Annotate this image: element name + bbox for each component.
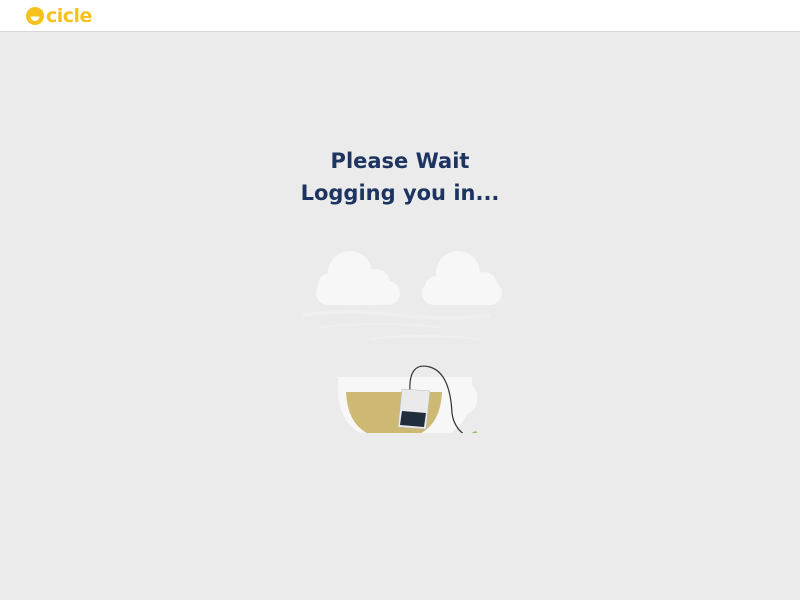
logging-in-text: Logging you in... — [300, 181, 500, 205]
tea-cup-icon — [301, 251, 502, 433]
main-content: Please Wait Logging you in... — [0, 33, 800, 600]
cloud-icon — [422, 251, 502, 305]
tea-tag-icon — [471, 431, 478, 433]
tea-bag-icon — [397, 388, 431, 430]
cicle-logo-icon — [26, 7, 44, 25]
logo-text: cicle — [46, 5, 92, 27]
please-wait-text: Please Wait — [330, 149, 470, 173]
top-bar: cicle — [0, 0, 800, 32]
cloud-icon — [316, 251, 400, 305]
steam-icon — [301, 310, 491, 340]
brand-logo[interactable]: cicle — [26, 4, 92, 28]
loading-message: Please Wait Logging you in... — [0, 145, 800, 209]
